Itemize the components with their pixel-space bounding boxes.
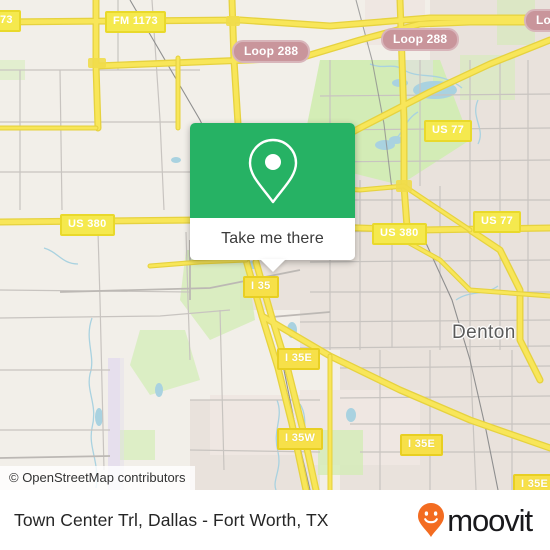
moovit-smiley-pin-icon	[418, 503, 445, 537]
callout-action-area[interactable]: Take me there	[190, 218, 355, 272]
callout-tail	[259, 259, 286, 272]
moovit-logo[interactable]: moovit	[417, 502, 533, 538]
osm-attribution[interactable]: © OpenStreetMap contributors	[0, 466, 195, 490]
map-canvas[interactable]: 73FM 1173Loop 288Loop 288LooUS 77US 380U…	[0, 0, 550, 490]
map-pin-icon	[248, 138, 297, 203]
callout-pin-area	[190, 123, 355, 218]
map-page: 73FM 1173Loop 288Loop 288LooUS 77US 380U…	[0, 0, 550, 550]
footer-bar: Town Center Trl, Dallas - Fort Worth, TX…	[0, 490, 550, 550]
take-me-there-label: Take me there	[221, 230, 324, 247]
moovit-wordmark: moovit	[447, 502, 533, 538]
location-title: Town Center Trl, Dallas - Fort Worth, TX	[14, 509, 329, 530]
take-me-there-callout[interactable]: Take me there	[190, 123, 355, 272]
